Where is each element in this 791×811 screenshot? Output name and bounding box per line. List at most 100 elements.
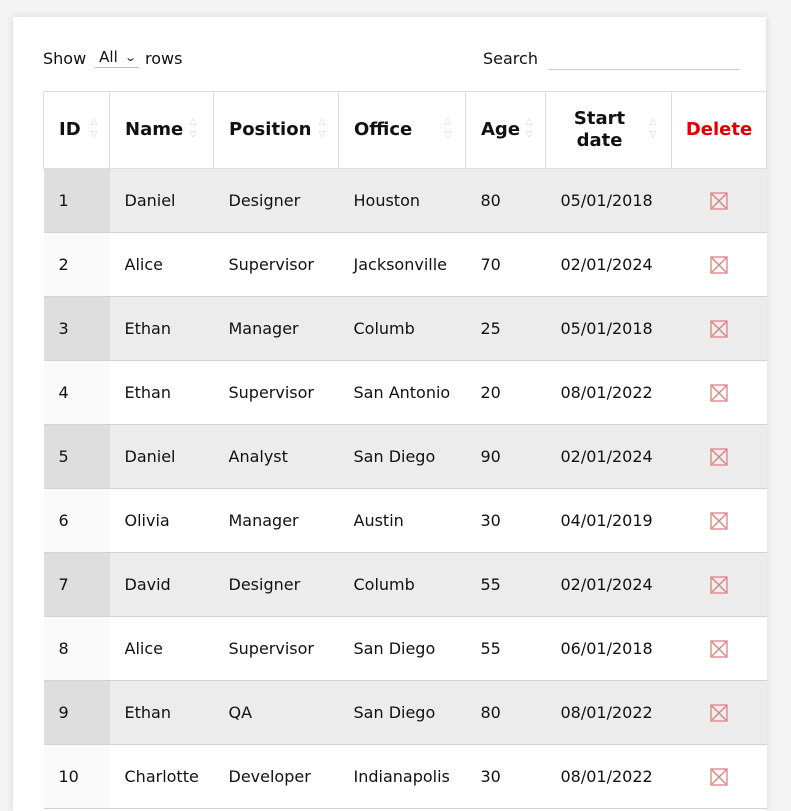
- column-header-label: Office: [354, 119, 413, 140]
- cell-age: 80: [465, 680, 546, 745]
- cell-age: 55: [465, 552, 546, 617]
- show-rows-control: Show All ⌄ rows: [43, 48, 182, 68]
- column-header-label: Age: [481, 119, 521, 140]
- table-row: 6 Olivia Manager Austin 30 04/01/2019: [43, 488, 767, 553]
- cell-position: Designer: [213, 168, 339, 233]
- rows-label: rows: [145, 48, 183, 68]
- cell-office: San Diego: [338, 424, 466, 489]
- cell-office: Houston: [338, 168, 466, 233]
- cell-start-date: 02/01/2024: [545, 424, 672, 489]
- cell-age: 80: [465, 168, 546, 233]
- chevron-down-icon: ⌄: [123, 50, 137, 64]
- cell-position: Manager: [213, 488, 339, 553]
- cell-id: 8: [43, 616, 110, 681]
- cell-name: David: [109, 552, 214, 617]
- delete-x-box-icon[interactable]: [710, 448, 728, 466]
- data-table: ID △ ▽ Name △ ▽ Position △ ▽ Office △ ▽ Age: [43, 91, 767, 809]
- delete-x-box-icon[interactable]: [710, 576, 728, 594]
- delete-x-box-icon[interactable]: [710, 640, 728, 658]
- cell-delete: [671, 360, 767, 425]
- table-controls: Show All ⌄ rows Search: [43, 45, 740, 71]
- rows-per-page-value: All: [99, 48, 118, 66]
- cell-office: San Diego: [338, 616, 466, 681]
- header-row: ID △ ▽ Name △ ▽ Position △ ▽ Office △ ▽ Age: [43, 91, 767, 169]
- cell-delete: [671, 552, 767, 617]
- cell-age: 25: [465, 296, 546, 361]
- sort-arrows-icon: △ ▽: [90, 117, 98, 140]
- table-row: 3 Ethan Manager Columb 25 05/01/2018: [43, 296, 767, 361]
- cell-delete: [671, 424, 767, 489]
- column-header-id[interactable]: ID △ ▽: [43, 91, 110, 169]
- column-header-age[interactable]: Age △ ▽: [465, 91, 546, 169]
- cell-name: Olivia: [109, 488, 214, 553]
- cell-start-date: 06/01/2018: [545, 616, 672, 681]
- cell-delete: [671, 488, 767, 553]
- cell-delete: [671, 744, 767, 809]
- table-body: 1 Daniel Designer Houston 80 05/01/2018 2 Alice…: [43, 168, 767, 809]
- cell-name: Ethan: [109, 680, 214, 745]
- cell-delete: [671, 168, 767, 233]
- cell-start-date: 02/01/2024: [545, 232, 672, 297]
- cell-id: 6: [43, 488, 110, 553]
- delete-x-box-icon[interactable]: [710, 320, 728, 338]
- cell-id: 9: [43, 680, 110, 745]
- cell-id: 2: [43, 232, 110, 297]
- search-input[interactable]: [547, 47, 740, 70]
- cell-delete: [671, 232, 767, 297]
- cell-name: Daniel: [109, 424, 214, 489]
- cell-position: Analyst: [213, 424, 339, 489]
- table-row: 4 Ethan Supervisor San Antonio 20 08/01/2022: [43, 360, 767, 425]
- column-header-name[interactable]: Name △ ▽: [109, 91, 214, 169]
- cell-age: 90: [465, 424, 546, 489]
- cell-office: San Diego: [338, 680, 466, 745]
- delete-x-box-icon[interactable]: [710, 192, 728, 210]
- cell-start-date: 08/01/2022: [545, 360, 672, 425]
- delete-x-box-icon[interactable]: [710, 384, 728, 402]
- cell-office: Columb: [338, 552, 466, 617]
- cell-start-date: 08/01/2022: [545, 744, 672, 809]
- cell-age: 70: [465, 232, 546, 297]
- delete-x-box-icon[interactable]: [710, 256, 728, 274]
- cell-office: Austin: [338, 488, 466, 553]
- cell-id: 5: [43, 424, 110, 489]
- cell-name: Ethan: [109, 296, 214, 361]
- show-label: Show: [43, 48, 87, 68]
- cell-age: 55: [465, 616, 546, 681]
- cell-office: Indianapolis: [338, 744, 466, 809]
- table-row: 10 Charlotte Developer Indianapolis 30 08/01/…: [43, 744, 767, 809]
- cell-delete: [671, 296, 767, 361]
- table-card: Show All ⌄ rows Search ID △ ▽ Name △ ▽ P…: [13, 17, 767, 811]
- search-control: Search: [483, 47, 740, 70]
- cell-id: 3: [43, 296, 110, 361]
- column-header-position[interactable]: Position △ ▽: [213, 91, 339, 169]
- cell-name: Alice: [109, 232, 214, 297]
- cell-position: Supervisor: [213, 232, 339, 297]
- sort-arrows-icon: △ ▽: [649, 117, 657, 140]
- column-header-office[interactable]: Office △ ▽: [338, 91, 466, 169]
- cell-id: 10: [43, 744, 110, 809]
- sort-arrows-icon: △ ▽: [318, 117, 326, 140]
- cell-position: Designer: [213, 552, 339, 617]
- table-row: 5 Daniel Analyst San Diego 90 02/01/2024: [43, 424, 767, 489]
- cell-start-date: 02/01/2024: [545, 552, 672, 617]
- table-row: 8 Alice Supervisor San Diego 55 06/01/2018: [43, 616, 767, 681]
- cell-id: 4: [43, 360, 110, 425]
- delete-x-box-icon[interactable]: [710, 768, 728, 786]
- table-row: 7 David Designer Columb 55 02/01/2024: [43, 552, 767, 617]
- cell-position: QA: [213, 680, 339, 745]
- delete-x-box-icon[interactable]: [710, 704, 728, 722]
- cell-age: 30: [465, 744, 546, 809]
- cell-id: 7: [43, 552, 110, 617]
- cell-age: 30: [465, 488, 546, 553]
- cell-start-date: 08/01/2022: [545, 680, 672, 745]
- cell-delete: [671, 680, 767, 745]
- column-header-start-date[interactable]: Start date △ ▽: [545, 91, 672, 169]
- cell-name: Charlotte: [109, 744, 214, 809]
- column-header-label: Name: [125, 119, 184, 140]
- cell-name: Alice: [109, 616, 214, 681]
- sort-arrows-icon: △ ▽: [189, 117, 197, 140]
- cell-start-date: 04/01/2019: [545, 488, 672, 553]
- delete-x-box-icon[interactable]: [710, 512, 728, 530]
- cell-office: Columb: [338, 296, 466, 361]
- rows-per-page-select[interactable]: All ⌄: [95, 48, 139, 68]
